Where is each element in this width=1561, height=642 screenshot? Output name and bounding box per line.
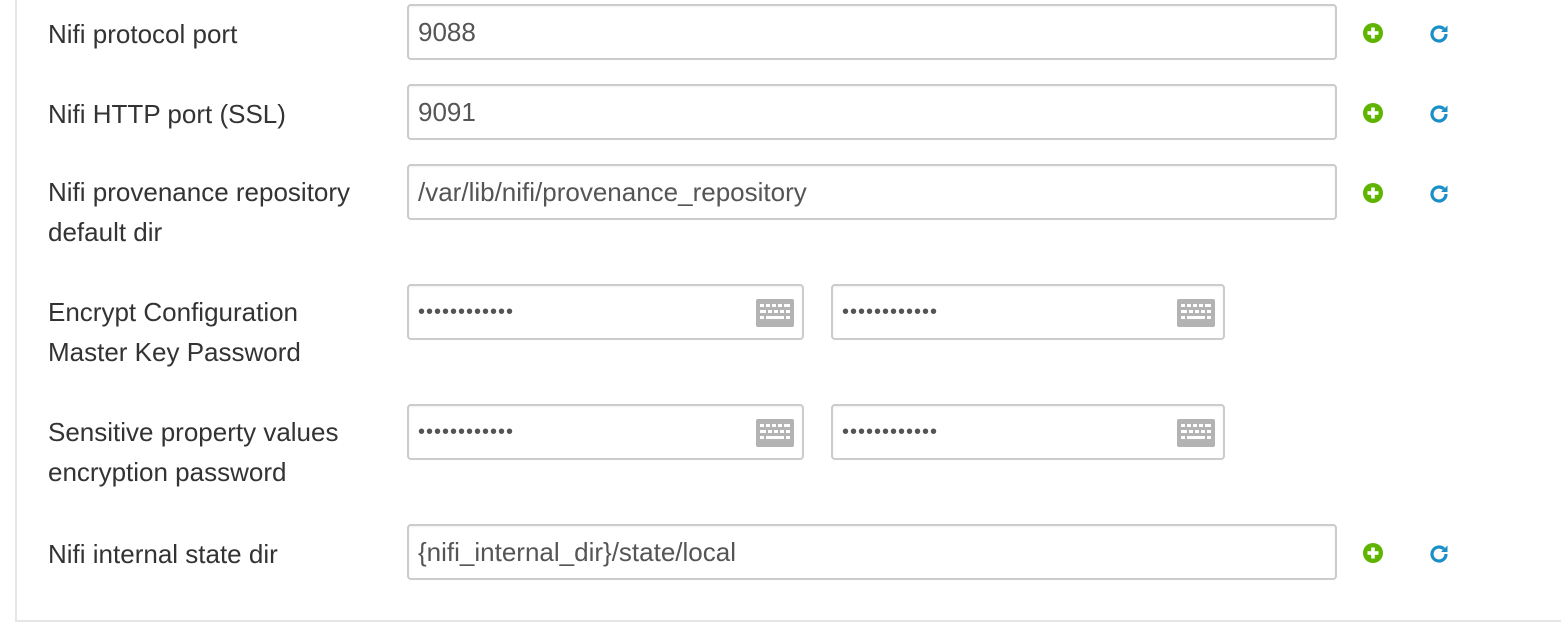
config-panel: Nifi protocol port 9088 Nifi HTTP port (… xyxy=(15,0,1561,622)
refresh-icon[interactable] xyxy=(1427,542,1451,566)
keyboard-icon[interactable] xyxy=(756,419,794,447)
http-port-input[interactable]: 9091 xyxy=(407,84,1337,140)
sensitive-props-password-input[interactable]: •••••••••••• xyxy=(407,404,804,460)
password-mask: •••••••••••• xyxy=(842,421,939,443)
input-value: /var/lib/nifi/provenance_repository xyxy=(418,177,807,207)
master-key-password-input[interactable]: •••••••••••• xyxy=(407,284,804,340)
input-value: 9088 xyxy=(418,17,476,47)
plus-circle-icon[interactable] xyxy=(1362,542,1386,566)
master-key-password-confirm-input[interactable]: •••••••••••• xyxy=(831,284,1225,340)
keyboard-icon[interactable] xyxy=(756,299,794,327)
field-label: Sensitive property values encryption pas… xyxy=(48,417,339,487)
field-label: Encrypt Configuration Master Key Passwor… xyxy=(48,297,301,367)
keyboard-icon[interactable] xyxy=(1177,299,1215,327)
plus-circle-icon[interactable] xyxy=(1362,102,1386,126)
internal-state-dir-input[interactable]: {nifi_internal_dir}/state/local xyxy=(407,524,1337,580)
field-label: Nifi internal state dir xyxy=(48,539,278,569)
plus-circle-icon[interactable] xyxy=(1362,22,1386,46)
protocol-port-input[interactable]: 9088 xyxy=(407,4,1337,60)
field-label: Nifi provenance repository default dir xyxy=(48,177,351,247)
input-value: 9091 xyxy=(418,97,476,127)
plus-circle-icon[interactable] xyxy=(1362,182,1386,206)
refresh-icon[interactable] xyxy=(1427,22,1451,46)
field-label: Nifi protocol port xyxy=(48,19,238,49)
password-mask: •••••••••••• xyxy=(418,301,515,323)
password-mask: •••••••••••• xyxy=(418,421,515,443)
input-value: {nifi_internal_dir}/state/local xyxy=(418,537,736,567)
field-label: Nifi HTTP port (SSL) xyxy=(48,99,286,129)
keyboard-icon[interactable] xyxy=(1177,419,1215,447)
refresh-icon[interactable] xyxy=(1427,182,1451,206)
provenance-dir-input[interactable]: /var/lib/nifi/provenance_repository xyxy=(407,164,1337,220)
password-mask: •••••••••••• xyxy=(842,301,939,323)
sensitive-props-password-confirm-input[interactable]: •••••••••••• xyxy=(831,404,1225,460)
refresh-icon[interactable] xyxy=(1427,102,1451,126)
